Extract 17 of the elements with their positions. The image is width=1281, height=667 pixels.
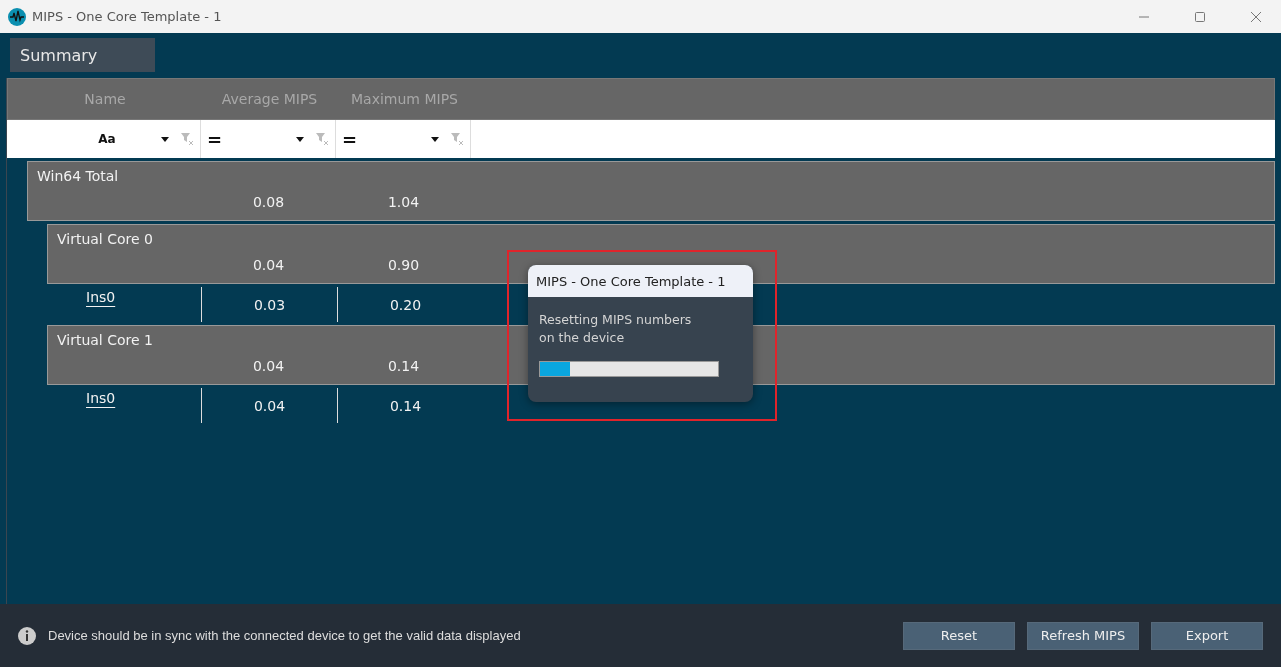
average-value: 0.04 (251, 257, 286, 273)
average-value: 0.08 (251, 194, 286, 210)
dialog-title: MIPS - One Core Template - 1 (528, 265, 753, 297)
group-name: Virtual Core 1 (57, 332, 153, 348)
status-message: Device should be in sync with the connected device to get the valid data displayed (48, 628, 522, 643)
average-value: 0.04 (251, 358, 286, 374)
maximum-value: 0.20 (337, 287, 473, 322)
maximum-value: 0.14 (337, 388, 473, 423)
maximum-value: 0.14 (386, 358, 421, 374)
average-value: 0.03 (201, 287, 337, 322)
maximum-value: 0.90 (386, 257, 421, 273)
group-name: Virtual Core 0 (57, 231, 153, 247)
group-name: Win64 Total (37, 168, 119, 184)
dialog-message: Resetting MIPS numbers on the device (538, 311, 693, 347)
window-title: MIPS - One Core Template - 1 (32, 9, 223, 24)
average-value: 0.04 (201, 388, 337, 423)
maximum-value: 1.04 (386, 194, 421, 210)
